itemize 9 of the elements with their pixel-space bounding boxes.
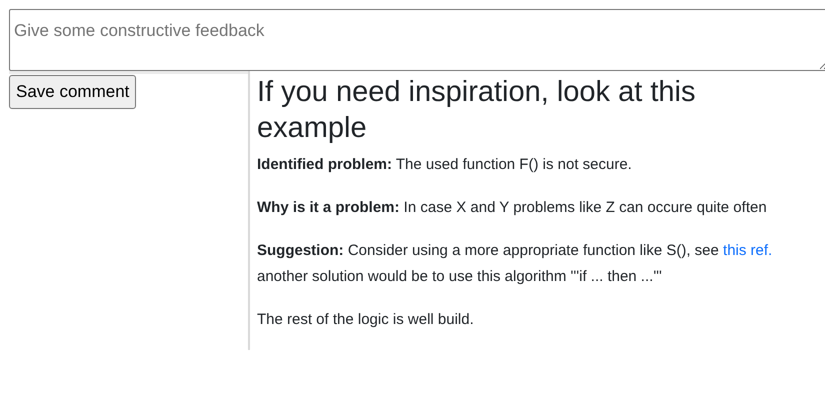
reference-link[interactable]: this ref. — [723, 242, 772, 259]
feedback-paragraph: Why is it a problem: In case X and Y problems like Z can occure quite often — [257, 198, 768, 218]
feedback-paragraph: The rest of the logic is well build. — [257, 310, 475, 330]
comment-field[interactable]: Give some constructive feedback — [9, 9, 825, 71]
save-comment-button[interactable]: Save comment — [9, 75, 136, 108]
feedback-paragraph: another solution would be to use this algorithm '''if ... then ...''' — [257, 267, 663, 287]
example-heading: If you need inspiration, look at this example — [257, 75, 696, 146]
feedback-paragraph: Suggestion: Consider using a more appropriate function like S(), see this ref. — [257, 241, 774, 261]
feedback-paragraph: Identified problem: The used function F() is not secure. — [257, 155, 633, 175]
